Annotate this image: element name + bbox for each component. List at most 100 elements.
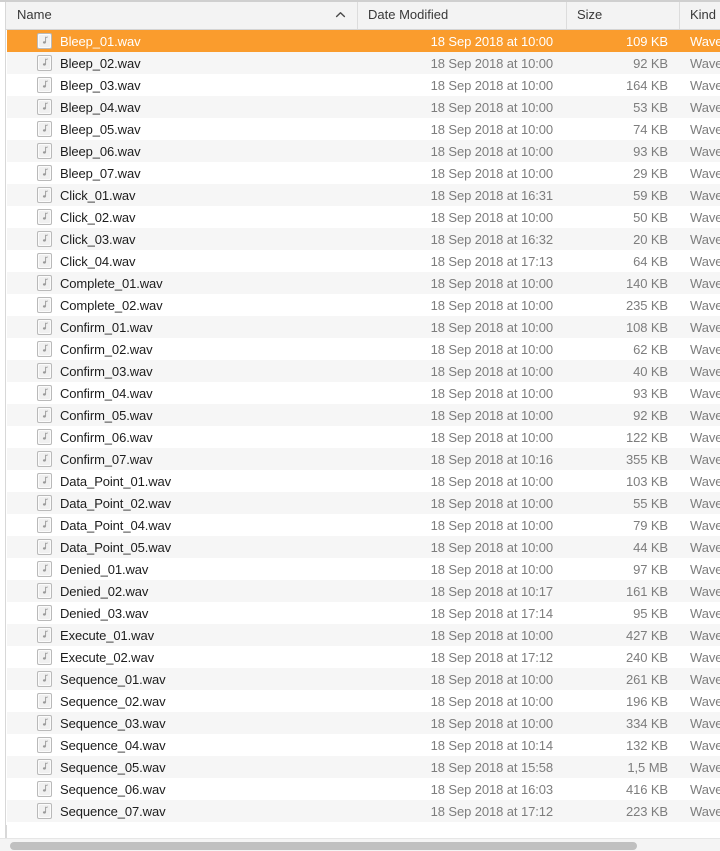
file-name-cell[interactable]: Confirm_01.wav [7, 319, 358, 335]
file-name-cell[interactable]: Bleep_07.wav [7, 165, 358, 181]
file-date-modified-cell: 18 Sep 2018 at 10:00 [430, 77, 553, 93]
file-row[interactable]: Click_03.wav 18 Sep 2018 at 16:32 20 KB Wav… [7, 228, 720, 250]
file-name-label: Sequence_05.wav [60, 759, 166, 775]
file-row[interactable]: Sequence_02.wav 18 Sep 2018 at 10:00 196 K… [7, 690, 720, 712]
audio-file-icon [37, 649, 52, 665]
file-row[interactable]: Bleep_04.wav 18 Sep 2018 at 10:00 53 KB Wav… [7, 96, 720, 118]
file-row[interactable]: Execute_02.wav 18 Sep 2018 at 17:12 240 KB… [7, 646, 720, 668]
file-name-cell[interactable]: Bleep_06.wav [7, 143, 358, 159]
file-name-cell[interactable]: Data_Point_01.wav [7, 473, 358, 489]
file-name-cell[interactable]: Click_04.wav [7, 253, 358, 269]
file-name-cell[interactable]: Sequence_06.wav [7, 781, 358, 797]
file-row[interactable]: Sequence_04.wav 18 Sep 2018 at 10:14 132 K… [7, 734, 720, 756]
file-row[interactable]: Execute_01.wav 18 Sep 2018 at 10:00 427 KB… [7, 624, 720, 646]
file-row[interactable]: Data_Point_04.wav 18 Sep 2018 at 10:00 79 … [7, 514, 720, 536]
file-row[interactable]: Complete_02.wav 18 Sep 2018 at 10:00 235 K… [7, 294, 720, 316]
file-row[interactable]: Denied_01.wav 18 Sep 2018 at 10:00 97 KB Wa… [7, 558, 720, 580]
file-row[interactable]: Confirm_03.wav 18 Sep 2018 at 10:00 40 KB W… [7, 360, 720, 382]
file-name-cell[interactable]: Sequence_02.wav [7, 693, 358, 709]
file-name-cell[interactable]: Complete_02.wav [7, 297, 358, 313]
file-row[interactable]: Sequence_03.wav 18 Sep 2018 at 10:00 334 K… [7, 712, 720, 734]
file-name-cell[interactable]: Denied_03.wav [7, 605, 358, 621]
file-name-cell[interactable]: Confirm_06.wav [7, 429, 358, 445]
file-row[interactable]: Bleep_06.wav 18 Sep 2018 at 10:00 93 KB Wav… [7, 140, 720, 162]
file-name-cell[interactable]: Bleep_05.wav [7, 121, 358, 137]
file-row[interactable]: Confirm_02.wav 18 Sep 2018 at 10:00 62 KB W… [7, 338, 720, 360]
file-name-cell[interactable]: Bleep_02.wav [7, 55, 358, 71]
file-name-cell[interactable]: Confirm_07.wav [7, 451, 358, 467]
file-name-cell[interactable]: Click_01.wav [7, 187, 358, 203]
file-name-cell[interactable]: Click_02.wav [7, 209, 358, 225]
file-row[interactable]: Denied_03.wav 18 Sep 2018 at 17:14 95 KB Wa… [7, 602, 720, 624]
file-date-modified-cell: 18 Sep 2018 at 10:00 [430, 209, 553, 225]
file-name-label: Sequence_06.wav [60, 781, 166, 797]
file-name-cell[interactable]: Click_03.wav [7, 231, 358, 247]
file-row[interactable]: Sequence_07.wav 18 Sep 2018 at 17:12 223 K… [7, 800, 720, 822]
file-row[interactable]: Data_Point_05.wav 18 Sep 2018 at 10:00 44 … [7, 536, 720, 558]
file-row[interactable]: Confirm_01.wav 18 Sep 2018 at 10:00 108 KB… [7, 316, 720, 338]
file-kind-cell: Wave [690, 33, 720, 49]
file-name-cell[interactable]: Execute_01.wav [7, 627, 358, 643]
file-row[interactable]: Complete_01.wav 18 Sep 2018 at 10:00 140 K… [7, 272, 720, 294]
file-name-label: Data_Point_01.wav [60, 473, 172, 489]
file-size-cell: 355 KB [625, 451, 668, 467]
audio-file-icon [37, 693, 52, 709]
column-header-kind[interactable]: Kind [680, 0, 720, 29]
file-name-cell[interactable]: Confirm_05.wav [7, 407, 358, 423]
file-row[interactable]: Denied_02.wav 18 Sep 2018 at 10:17 161 KB W… [7, 580, 720, 602]
file-name-cell[interactable]: Sequence_05.wav [7, 759, 358, 775]
file-row[interactable]: Confirm_07.wav 18 Sep 2018 at 10:16 355 KB… [7, 448, 720, 470]
column-header-date-modified[interactable]: Date Modified [358, 0, 567, 29]
file-name-label: Confirm_06.wav [60, 429, 153, 445]
file-name-label: Bleep_03.wav [60, 77, 141, 93]
file-row[interactable]: Bleep_05.wav 18 Sep 2018 at 10:00 74 KB Wav… [7, 118, 720, 140]
file-row[interactable]: Confirm_04.wav 18 Sep 2018 at 10:00 93 KB W… [7, 382, 720, 404]
audio-file-icon [37, 473, 52, 489]
file-row[interactable]: Sequence_05.wav 18 Sep 2018 at 15:58 1,5 M… [7, 756, 720, 778]
file-name-cell[interactable]: Data_Point_04.wav [7, 517, 358, 533]
file-name-cell[interactable]: Complete_01.wav [7, 275, 358, 291]
file-name-label: Confirm_05.wav [60, 407, 153, 423]
horizontal-scrollbar[interactable] [0, 838, 720, 851]
file-row[interactable]: Bleep_07.wav 18 Sep 2018 at 10:00 29 KB Wav… [7, 162, 720, 184]
file-date-modified-cell: 18 Sep 2018 at 10:16 [430, 451, 553, 467]
horizontal-scrollbar-thumb[interactable] [10, 842, 637, 850]
file-row[interactable]: Confirm_05.wav 18 Sep 2018 at 10:00 92 KB W… [7, 404, 720, 426]
file-row[interactable]: Sequence_01.wav 18 Sep 2018 at 10:00 261 K… [7, 668, 720, 690]
file-row[interactable]: Bleep_01.wav 18 Sep 2018 at 10:00 109 KB Wa… [7, 30, 720, 52]
audio-file-icon [37, 759, 52, 775]
file-name-cell[interactable]: Confirm_02.wav [7, 341, 358, 357]
file-kind-cell: Wave [690, 121, 720, 137]
file-row[interactable]: Click_02.wav 18 Sep 2018 at 10:00 50 KB Wav… [7, 206, 720, 228]
file-row[interactable]: Click_01.wav 18 Sep 2018 at 16:31 59 KB Wav… [7, 184, 720, 206]
file-row[interactable]: Bleep_02.wav 18 Sep 2018 at 10:00 92 KB Wav… [7, 52, 720, 74]
file-row[interactable]: Bleep_03.wav 18 Sep 2018 at 10:00 164 KB Wa… [7, 74, 720, 96]
file-name-label: Sequence_02.wav [60, 693, 166, 709]
file-kind-cell: Wave [690, 55, 720, 71]
file-name-cell[interactable]: Bleep_01.wav [7, 33, 358, 49]
column-header-size[interactable]: Size [567, 0, 680, 29]
file-row[interactable]: Confirm_06.wav 18 Sep 2018 at 10:00 122 KB… [7, 426, 720, 448]
column-header-name[interactable]: Name [7, 0, 358, 29]
file-name-cell[interactable]: Confirm_03.wav [7, 363, 358, 379]
file-name-cell[interactable]: Confirm_04.wav [7, 385, 358, 401]
file-name-cell[interactable]: Execute_02.wav [7, 649, 358, 665]
file-row[interactable]: Data_Point_01.wav 18 Sep 2018 at 10:00 103… [7, 470, 720, 492]
file-row[interactable]: Data_Point_02.wav 18 Sep 2018 at 10:00 55 … [7, 492, 720, 514]
file-row[interactable]: Sequence_06.wav 18 Sep 2018 at 16:03 416 K… [7, 778, 720, 800]
file-name-cell[interactable]: Sequence_04.wav [7, 737, 358, 753]
file-list-scroll-area[interactable]: Bleep_01.wav 18 Sep 2018 at 10:00 109 KB Wa… [0, 30, 720, 825]
file-row[interactable]: Click_04.wav 18 Sep 2018 at 17:13 64 KB Wav… [7, 250, 720, 272]
file-name-cell[interactable]: Data_Point_02.wav [7, 495, 358, 511]
file-name-cell[interactable]: Sequence_03.wav [7, 715, 358, 731]
file-name-cell[interactable]: Bleep_04.wav [7, 99, 358, 115]
file-name-cell[interactable]: Data_Point_05.wav [7, 539, 358, 555]
file-name-label: Data_Point_02.wav [60, 495, 172, 511]
file-name-cell[interactable]: Bleep_03.wav [7, 77, 358, 93]
file-name-cell[interactable]: Sequence_01.wav [7, 671, 358, 687]
file-size-cell: 223 KB [625, 803, 668, 819]
file-name-cell[interactable]: Sequence_07.wav [7, 803, 358, 819]
file-name-cell[interactable]: Denied_02.wav [7, 583, 358, 599]
file-name-cell[interactable]: Denied_01.wav [7, 561, 358, 577]
audio-file-icon [37, 33, 52, 49]
